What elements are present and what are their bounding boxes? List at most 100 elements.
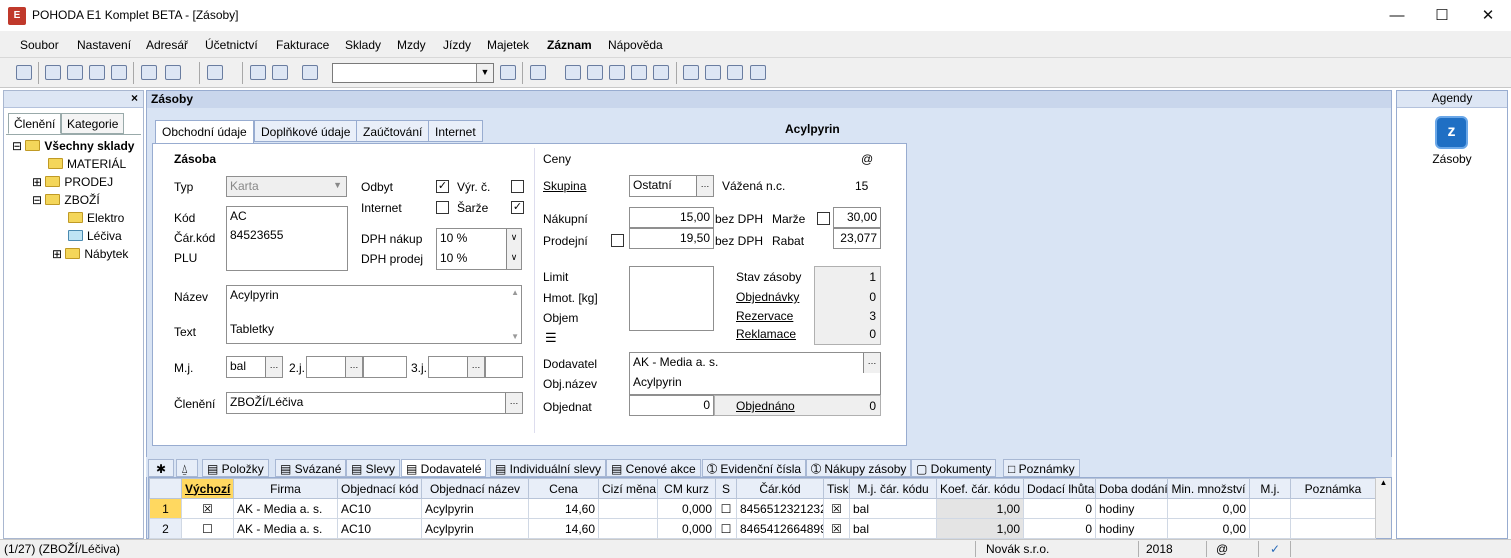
cleneni-field[interactable]: ZBOŽÍ/Léčiva… — [226, 392, 523, 414]
rezervace-link[interactable]: Rezervace — [736, 309, 793, 323]
table-row[interactable]: 1 ☒ AK - Media a. s. AC10 Acylpyrin 14,6… — [149, 498, 1376, 519]
tab-cenove-akce[interactable]: ▤ Cenové akce — [606, 459, 701, 477]
dodavatel-field[interactable]: AK - Media a. s. Acylpyrin … — [629, 352, 881, 395]
save-all-icon[interactable] — [272, 65, 288, 80]
tab-kategorie[interactable]: Kategorie — [61, 113, 125, 134]
close-panel-icon[interactable]: × — [131, 91, 138, 105]
maximize-button[interactable]: ☐ — [1419, 0, 1465, 31]
toolbar-search-combo[interactable]: ▼ — [332, 63, 494, 83]
internet-checkbox[interactable] — [436, 201, 449, 214]
filter-icon[interactable] — [500, 65, 516, 80]
tab-dodavatele[interactable]: ▤ Dodavatelé — [401, 459, 487, 477]
tab-doplnkove-udaje[interactable]: Doplňkové údaje — [254, 120, 358, 142]
tab-evidencni-cisla[interactable]: ➀ Evidenční čísla — [702, 459, 807, 477]
col-header[interactable]: Doba dodání — [1095, 478, 1168, 499]
tab-slevy[interactable]: ▤ Slevy — [346, 459, 401, 477]
agenda-item-zasoby[interactable]: Zásoby — [1397, 152, 1507, 166]
link-icon[interactable]: ☰ — [545, 330, 557, 346]
typ-select[interactable]: Karta ▼ — [226, 176, 347, 197]
col-header[interactable]: Objednací název — [421, 478, 529, 499]
close-window-button[interactable]: ✕ — [1465, 0, 1511, 31]
dph-select[interactable]: 10 % 10 % ∨ ∨ — [436, 228, 522, 270]
mj2-field[interactable]: … — [306, 356, 363, 378]
skupina-field[interactable]: Ostatní… — [629, 175, 714, 197]
tree-item-leciva[interactable]: Léčiva — [68, 229, 122, 243]
objednavky-link[interactable]: Objednávky — [736, 290, 799, 304]
menu-majetek[interactable]: Majetek — [487, 38, 529, 52]
note-icon[interactable] — [727, 65, 743, 80]
new-record-icon[interactable] — [141, 65, 157, 80]
col-header[interactable]: Čár.kód — [736, 478, 824, 499]
tab-internet[interactable]: Internet — [428, 120, 483, 142]
col-header[interactable]: Cena — [528, 478, 599, 499]
tree-item-elektro[interactable]: Elektro — [68, 211, 124, 225]
table-row[interactable]: 2 ☐ AK - Media a. s. AC10 Acylpyrin 14,6… — [149, 518, 1376, 539]
vyrc-checkbox[interactable] — [511, 180, 524, 193]
menu-zaznam[interactable]: Záznam — [547, 38, 592, 52]
col-header[interactable]: Firma — [233, 478, 338, 499]
menu-adresar[interactable]: Adresář — [146, 38, 188, 52]
message-icon[interactable] — [683, 65, 699, 80]
kod-field-group[interactable]: AC 84523655 — [226, 206, 348, 271]
mj3-field[interactable]: … — [428, 356, 485, 378]
print-icon[interactable] — [67, 65, 83, 80]
menu-napoveda[interactable]: Nápověda — [608, 38, 663, 52]
rabat-field[interactable]: 23,077 — [833, 228, 881, 249]
carkod-value[interactable]: 84523655 — [230, 228, 344, 242]
tree-root[interactable]: ⊟ Všechny sklady — [12, 139, 134, 153]
objednano-link[interactable]: Objednáno — [736, 399, 795, 413]
filter-icon[interactable]: ⍙ — [176, 459, 198, 477]
col-header[interactable]: Dodací lhůta — [1023, 478, 1096, 499]
calculator-icon[interactable] — [609, 65, 625, 80]
nazev-field[interactable]: Acylpyrin Tabletky ▲ ▼ — [226, 285, 522, 344]
agenda-icon[interactable] — [16, 65, 32, 80]
sarze-checkbox[interactable]: ✓ — [511, 201, 524, 214]
col-header[interactable]: Poznámka — [1290, 478, 1376, 499]
menu-nastaveni[interactable]: Nastavení — [77, 38, 131, 52]
tab-cleneni[interactable]: Členění — [8, 113, 62, 134]
marze-checkbox[interactable] — [817, 212, 830, 225]
chevron-down-icon[interactable]: ∨ — [506, 229, 521, 249]
menu-sklady[interactable]: Sklady — [345, 38, 381, 52]
tree-item-zbozi[interactable]: ⊟ ZBOŽÍ — [32, 193, 100, 207]
tree-item-material[interactable]: MATERIÁL — [48, 157, 126, 171]
nakupni-field[interactable]: 15,00 — [629, 207, 714, 228]
tab-poznamky[interactable]: □ Poznámky — [1003, 459, 1080, 477]
edit-icon[interactable] — [165, 65, 181, 80]
save-icon[interactable] — [250, 65, 266, 80]
tree-item-prodej[interactable]: ⊞ PRODEJ — [32, 175, 113, 189]
table-icon[interactable] — [587, 65, 603, 80]
tag-icon[interactable] — [565, 65, 581, 80]
col-header[interactable]: Koef. čár. kódu — [936, 478, 1024, 499]
col-header[interactable]: Min. množství — [1167, 478, 1250, 499]
at-icon[interactable]: @ — [861, 152, 873, 166]
open-icon[interactable] — [45, 65, 61, 80]
list-icon[interactable] — [705, 65, 721, 80]
prodejni-checkbox[interactable] — [611, 234, 624, 247]
mj-field[interactable]: bal… — [226, 356, 283, 378]
reklamace-link[interactable]: Reklamace — [736, 327, 796, 341]
tab-nakupy-zasoby[interactable]: ➀ Nákupy zásoby — [806, 459, 912, 477]
mj3-coef-field[interactable] — [485, 356, 523, 378]
col-header[interactable]: Objednací kód — [337, 478, 422, 499]
asterisk-icon[interactable]: ✱ — [148, 459, 174, 477]
mj2-coef-field[interactable] — [363, 356, 407, 378]
chevron-down-icon[interactable]: ▼ — [476, 64, 493, 82]
col-header[interactable]: M.j. — [1249, 478, 1291, 499]
zasoby-agenda-icon[interactable]: z — [1435, 116, 1468, 149]
col-header[interactable]: Výchozí — [181, 478, 234, 499]
chevron-down-icon[interactable]: ∨ — [506, 249, 521, 269]
col-header[interactable]: M.j. čár. kódu — [849, 478, 937, 499]
menu-soubor[interactable]: Soubor — [20, 38, 59, 52]
marze-field[interactable]: 30,00 — [833, 207, 881, 228]
menu-jizdy[interactable]: Jízdy — [443, 38, 471, 52]
kod-value[interactable]: AC — [230, 209, 344, 223]
prodejni-field[interactable]: 19,50 — [629, 228, 714, 249]
folder-icon[interactable] — [530, 65, 546, 80]
tab-polozky[interactable]: ▤ Položky — [202, 459, 269, 477]
col-header[interactable]: Cizí měna — [598, 478, 658, 499]
menu-fakturace[interactable]: Fakturace — [276, 38, 329, 52]
tab-obchodni-udaje[interactable]: Obchodní údaje — [155, 120, 254, 144]
tree-item-nabytek[interactable]: ⊞ Nábytek — [52, 247, 128, 261]
help-icon[interactable] — [750, 65, 766, 80]
